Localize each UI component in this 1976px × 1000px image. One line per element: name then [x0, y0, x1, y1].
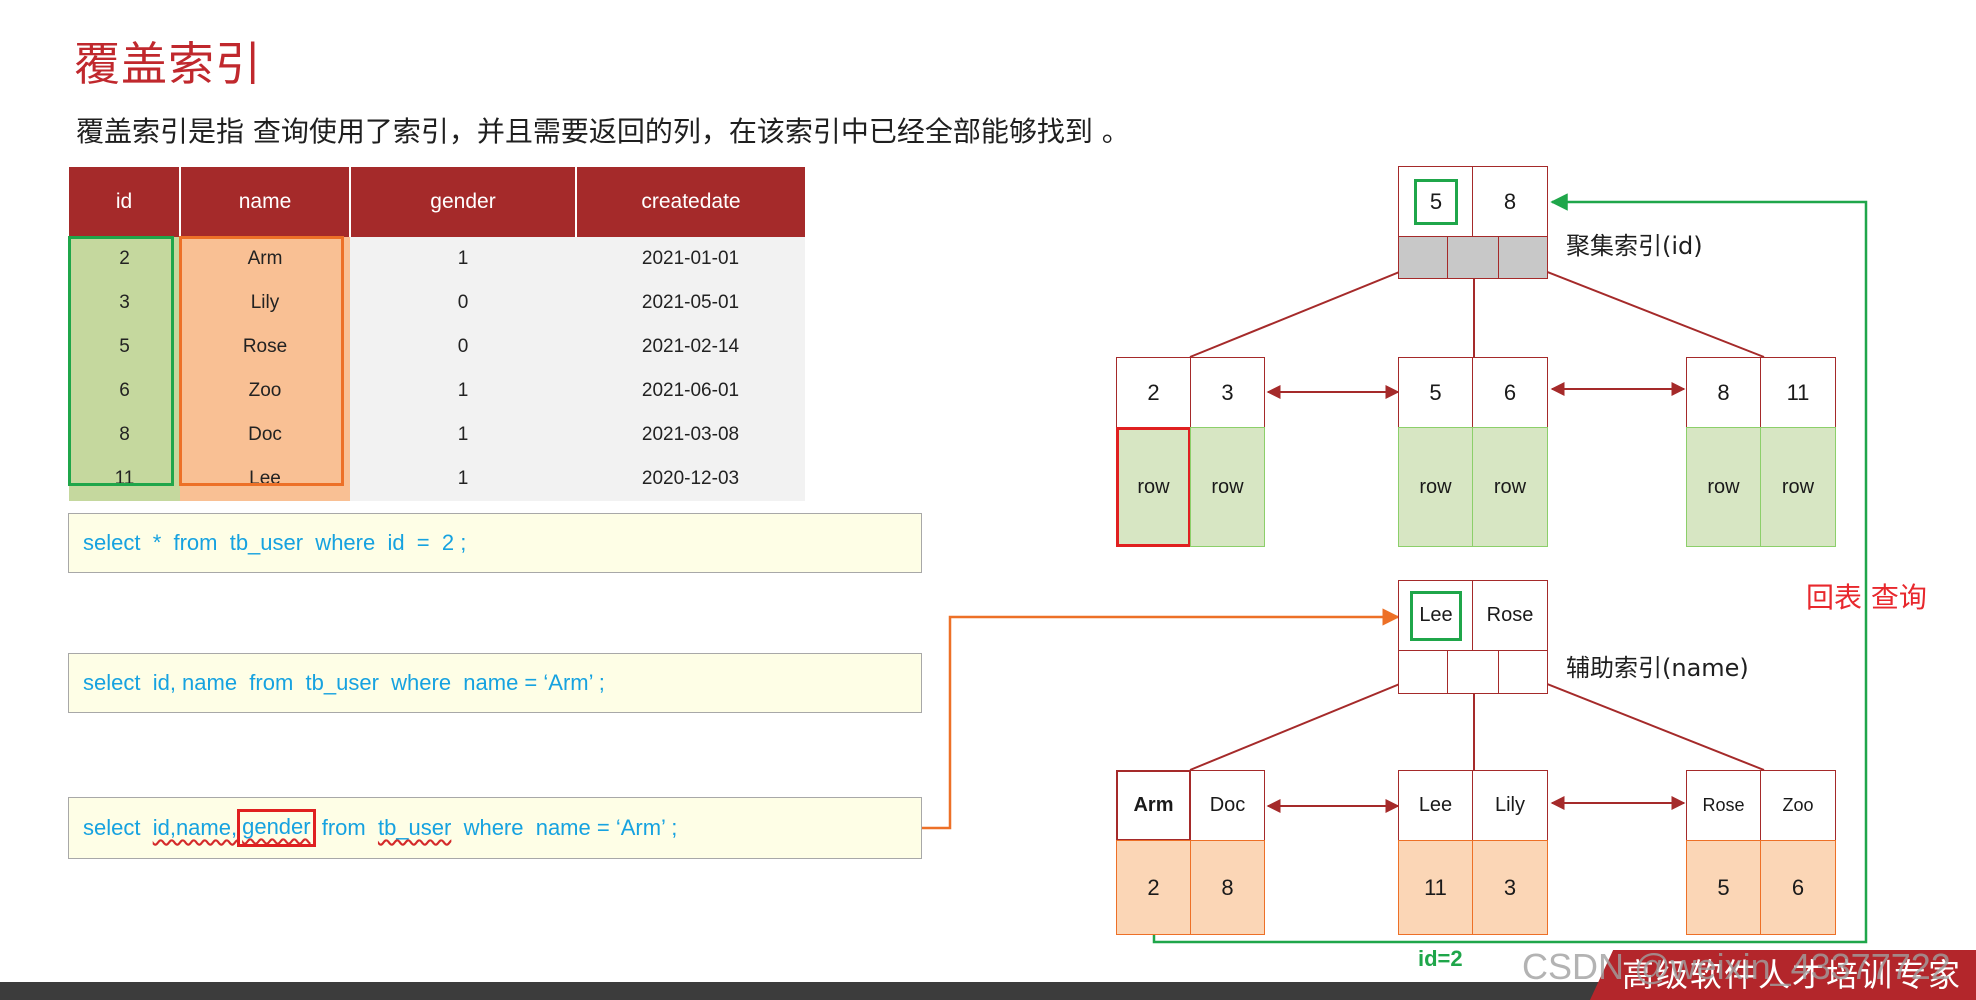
edge-secondary-right	[1521, 673, 1765, 771]
secondary-root-pointer-1	[1398, 650, 1448, 694]
clustered-leaf-2-row-1: row	[1398, 427, 1473, 547]
clustered-leaf-1-row-1: row	[1116, 427, 1191, 547]
secondary-leaf-3-key-2: Zoo	[1760, 770, 1836, 841]
secondary-leaf-1-value-1: 2	[1116, 840, 1191, 935]
clustered-leaf-3-row-2: row	[1760, 427, 1836, 547]
secondary-root-key-1: Lee	[1398, 580, 1474, 651]
clustered-leaf-1-row-2: row	[1190, 427, 1265, 547]
clustered-leaf-3-row-1: row	[1686, 427, 1761, 547]
clustered-root-key-1: 5	[1398, 166, 1474, 237]
diagram-lines	[922, 193, 1868, 944]
id-equals-label: id=2	[1418, 946, 1463, 971]
secondary-leaf-3-value-2: 6	[1760, 840, 1836, 935]
clustered-index-label: 聚集索引(id)	[1566, 232, 1703, 260]
secondary-leaf-1-value-2: 8	[1190, 840, 1265, 935]
secondary-leaf-2-key-2: Lily	[1472, 770, 1548, 841]
clustered-leaf-3-key-2: 11	[1760, 357, 1836, 428]
clustered-leaf-1-key-1: 2	[1116, 357, 1191, 428]
clustered-root-pointer-2	[1447, 236, 1499, 279]
secondary-leaf-3-key-1: Rose	[1686, 770, 1761, 841]
clustered-root-key-1-text: 5	[1429, 188, 1443, 214]
secondary-root-key-1-highlight: Lee	[1410, 590, 1462, 641]
secondary-leaf-2-key-1: Lee	[1398, 770, 1473, 841]
secondary-root-pointer-3	[1498, 650, 1548, 694]
edge-secondary-left	[1189, 673, 1425, 771]
clustered-leaf-2-key-2: 6	[1472, 357, 1548, 428]
edge-clustered-left	[1189, 261, 1425, 358]
secondary-leaf-3-value-1: 5	[1686, 840, 1761, 935]
clustered-leaf-3-key-1: 8	[1686, 357, 1761, 428]
clustered-leaf-2-row-2: row	[1472, 427, 1548, 547]
secondary-index-label: 辅助索引(name)	[1566, 654, 1749, 682]
secondary-root-key-2: Rose	[1472, 580, 1548, 651]
clustered-root-key-1-highlight: 5	[1414, 178, 1458, 225]
secondary-root-pointer-2	[1447, 650, 1499, 694]
back-lookup-label: 回表 查询	[1806, 581, 1927, 614]
secondary-root-key-1-text: Lee	[1419, 604, 1453, 626]
clustered-leaf-1-key-2: 3	[1190, 357, 1265, 428]
secondary-leaf-2-value-1: 11	[1398, 840, 1473, 935]
clustered-leaf-2-key-1: 5	[1398, 357, 1473, 428]
clustered-root-key-2: 8	[1472, 166, 1548, 237]
clustered-root-pointer-3	[1498, 236, 1548, 279]
csdn-watermark: CSDN @weixin_43377722	[1522, 946, 1951, 987]
secondary-leaf-1-key-2: Doc	[1190, 770, 1265, 841]
clustered-root-pointer-1	[1398, 236, 1448, 279]
secondary-leaf-2-value-2: 3	[1472, 840, 1548, 935]
edge-clustered-right	[1521, 261, 1765, 358]
secondary-leaf-1-key-1: Arm	[1116, 770, 1191, 841]
